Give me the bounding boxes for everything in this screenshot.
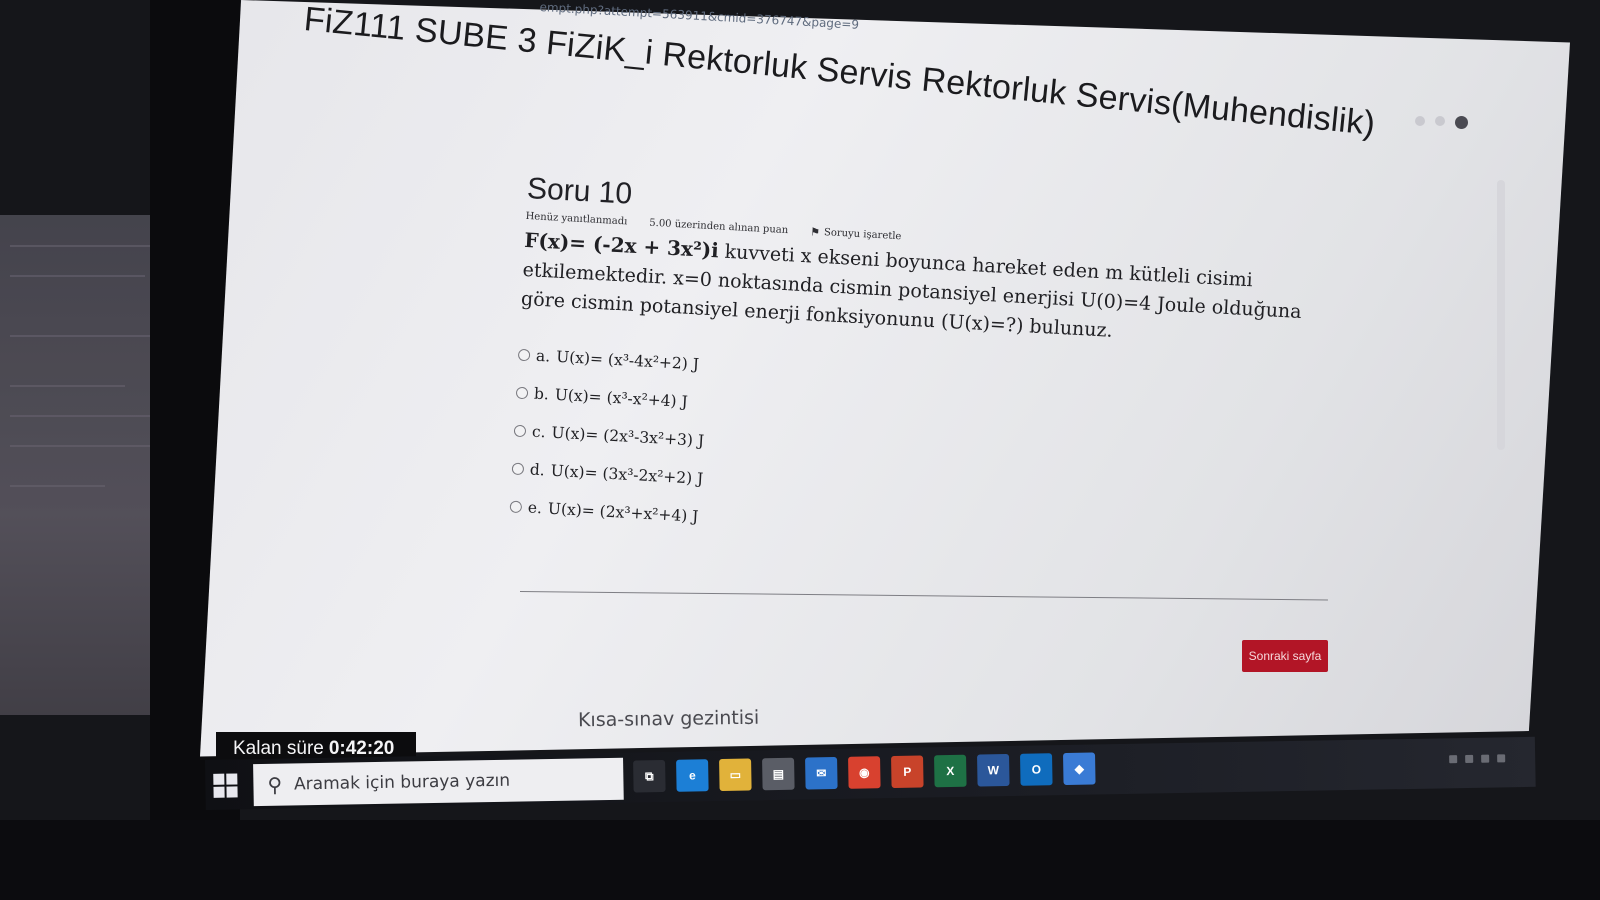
system-tray: [1449, 754, 1506, 764]
option-letter: c.: [531, 422, 547, 441]
notification-icon[interactable]: [1497, 754, 1506, 763]
window-controls: [1415, 116, 1468, 129]
search-placeholder: Aramak için buraya yazın: [293, 770, 511, 795]
option-text: U(x)= (3x³-2x²+2) J: [550, 461, 704, 488]
mail-icon[interactable]: ✉: [805, 756, 838, 790]
option-text: U(x)= (2x³+x²+4) J: [547, 499, 699, 526]
windows-start-button[interactable]: [213, 773, 239, 799]
search-icon: ⚲: [267, 772, 283, 797]
radio-button[interactable]: [517, 348, 531, 361]
option-letter: d.: [529, 460, 546, 479]
scrollbar[interactable]: [1497, 180, 1505, 450]
option-letter: b.: [533, 384, 550, 404]
word-icon[interactable]: W: [977, 753, 1010, 787]
maximize-icon[interactable]: [1435, 116, 1445, 126]
quiz-navigation-link[interactable]: Kısa-sınav gezintisi: [578, 707, 760, 732]
excel-icon[interactable]: X: [934, 754, 967, 788]
radio-button[interactable]: [515, 386, 529, 399]
monitor-stand-area: [0, 820, 1600, 900]
extra-app-icon[interactable]: ◆: [1063, 752, 1096, 786]
flag-question-label: Soruyu işaretle: [823, 227, 902, 243]
store-icon[interactable]: ▤: [762, 757, 795, 791]
tray-icon[interactable]: [1481, 754, 1490, 763]
powerpoint-icon[interactable]: P: [891, 755, 924, 789]
radio-button[interactable]: [509, 500, 523, 513]
option-text: U(x)= (x³-4x²+2) J: [555, 347, 700, 374]
option-text: U(x)= (x³-x²+4) J: [554, 385, 689, 411]
edge-icon[interactable]: e: [676, 759, 709, 792]
option-text: U(x)= (2x³-3x²+3) J: [551, 423, 705, 450]
taskbar-search-input[interactable]: ⚲ Aramak için buraya yazın: [253, 757, 624, 807]
option-letter: a.: [535, 346, 551, 366]
tray-icon[interactable]: [1449, 755, 1458, 764]
next-page-button[interactable]: Sonraki sayfa: [1242, 640, 1328, 672]
option-letter: e.: [527, 498, 543, 517]
force-expression: F(x)= (-2x + 3x²)i: [523, 227, 720, 263]
chrome-icon[interactable]: ◉: [848, 756, 881, 789]
file-explorer-icon[interactable]: ▭: [719, 758, 752, 792]
task-view-icon[interactable]: ⧉: [633, 759, 666, 793]
taskbar-apps: ⧉ e ▭ ▤ ✉ ◉ P X W O ◆: [633, 752, 1096, 793]
timer-label: Kalan süre: [233, 738, 324, 759]
profile-icon[interactable]: [1455, 116, 1468, 129]
tray-icon[interactable]: [1465, 754, 1474, 764]
radio-button[interactable]: [511, 462, 525, 475]
radio-button[interactable]: [513, 424, 527, 437]
outlook-icon[interactable]: O: [1020, 753, 1053, 786]
question-container: Soru 10 Henüz yanıtlanmadı 5.00 üzerinde…: [509, 172, 1327, 568]
flag-icon: ⚑: [809, 225, 821, 239]
question-text: F(x)= (-2x + 3x²)i kuvveti x ekseni boyu…: [520, 225, 1314, 356]
minimize-icon[interactable]: [1415, 116, 1425, 126]
